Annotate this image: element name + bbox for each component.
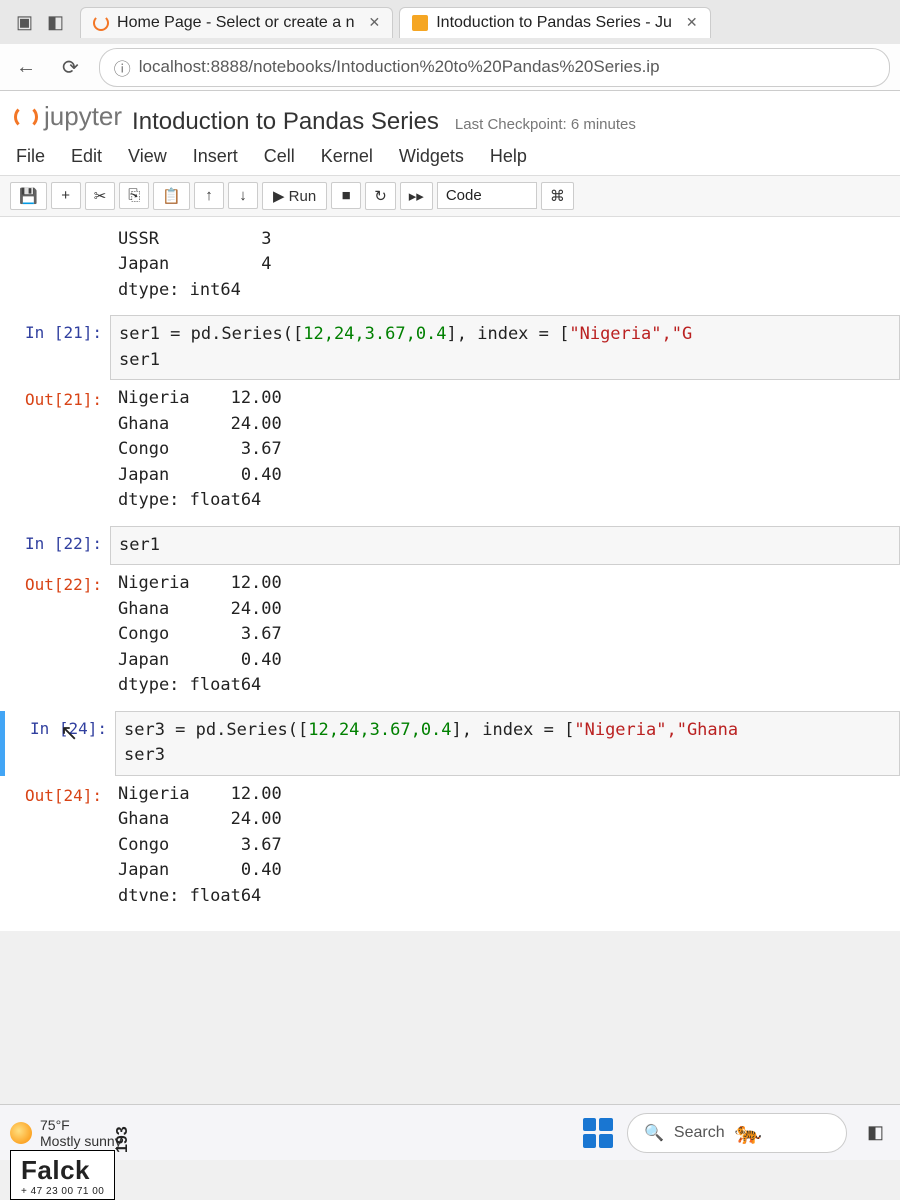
jupyter-header: jupyter Intoduction to Pandas Series Las… <box>0 91 900 140</box>
restart-run-all-button[interactable]: ▸▸ <box>400 182 433 210</box>
menu-file[interactable]: File <box>16 146 45 167</box>
menu-widgets[interactable]: Widgets <box>399 146 464 167</box>
output-cell-21: Out[21]: Nigeria 12.00 Ghana 24.00 Congo… <box>0 382 900 524</box>
restart-button[interactable]: ↻ <box>365 182 396 210</box>
address-row: ← ⟳ ⓘ localhost:8888/notebooks/Intoducti… <box>0 44 900 90</box>
menu-help[interactable]: Help <box>490 146 527 167</box>
url-text: localhost:8888/notebooks/Intoduction%20t… <box>139 57 660 77</box>
tab-label: Home Page - Select or create a n <box>117 14 354 32</box>
output-text: Nigeria 12.00 Ghana 24.00 Congo 3.67 Jap… <box>110 382 900 524</box>
command-palette-button[interactable]: ⌘ <box>541 182 574 210</box>
menu-kernel[interactable]: Kernel <box>321 146 373 167</box>
in-prompt: In [21]: <box>0 315 110 380</box>
weather-cond: Mostly sunny <box>40 1133 122 1149</box>
start-button[interactable] <box>583 1118 613 1148</box>
toolbar: 💾 + ✂ ⎘ 📋 ↑ ↓ ▶ Run ■ ↻ ▸▸ Code ⌘ <box>0 176 900 217</box>
notebook-area[interactable]: USSR 3 Japan 4 dtype: int64 In [21]: ser… <box>0 217 900 932</box>
cut-button[interactable]: ✂ <box>85 182 116 210</box>
mouse-cursor-icon: ↖ <box>60 720 78 746</box>
notebook-title[interactable]: Intoduction to Pandas Series <box>132 108 439 136</box>
taskbar: 75°F Mostly sunny 🔍 Search 🐅 ◧ <box>0 1104 900 1160</box>
output-cell-22: Out[22]: Nigeria 12.00 Ghana 24.00 Congo… <box>0 567 900 709</box>
weather-text: 75°F Mostly sunny <box>40 1117 122 1149</box>
empty-prompt <box>0 223 110 314</box>
run-button[interactable]: ▶ Run <box>262 182 327 210</box>
panel-icon[interactable]: ◧ <box>47 12 64 33</box>
weather-icon <box>10 1122 32 1144</box>
celltype-select[interactable]: Code <box>437 182 537 209</box>
menu-bar: File Edit View Insert Cell Kernel Widget… <box>0 140 900 176</box>
copy-button[interactable]: ⎘ <box>119 182 149 209</box>
code-input[interactable]: ser1 <box>110 526 900 566</box>
search-placeholder: Search <box>674 1124 725 1142</box>
weather-temp: 75°F <box>40 1117 122 1133</box>
address-bar[interactable]: ⓘ localhost:8888/notebooks/Intoduction%2… <box>99 48 890 87</box>
window-controls: ▣ ◧ <box>6 12 74 33</box>
jupyter-page: jupyter Intoduction to Pandas Series Las… <box>0 91 900 931</box>
move-up-button[interactable]: ↑ <box>194 182 224 209</box>
close-icon[interactable]: ✕ <box>686 14 698 31</box>
output-text: Nigeria 12.00 Ghana 24.00 Congo 3.67 Jap… <box>110 778 900 920</box>
checkpoint-text: Last Checkpoint: 6 minutes <box>455 116 636 133</box>
code-cell-21[interactable]: In [21]: ser1 = pd.Series([12,24,3.67,0.… <box>0 315 900 380</box>
weather-widget[interactable]: 75°F Mostly sunny <box>10 1117 122 1149</box>
menu-cell[interactable]: Cell <box>264 146 295 167</box>
output-text: Nigeria 12.00 Ghana 24.00 Congo 3.67 Jap… <box>110 567 900 709</box>
refresh-button[interactable]: ⟳ <box>56 51 85 84</box>
close-icon[interactable]: ✕ <box>368 14 380 31</box>
stop-button[interactable]: ■ <box>331 182 361 209</box>
paste-button[interactable]: 📋 <box>153 182 190 210</box>
move-down-button[interactable]: ↓ <box>228 182 258 209</box>
code-input[interactable]: ser3 = pd.Series([12,24,3.67,0.4], index… <box>115 711 900 776</box>
menu-edit[interactable]: Edit <box>71 146 102 167</box>
tabs-overview-icon[interactable]: ▣ <box>16 12 33 33</box>
jupyter-logo-icon <box>14 105 38 129</box>
code-input[interactable]: ser1 = pd.Series([12,24,3.67,0.4], index… <box>110 315 900 380</box>
site-info-icon[interactable]: ⓘ <box>114 55 131 80</box>
output-cell-24: Out[24]: Nigeria 12.00 Ghana 24.00 Congo… <box>0 778 900 920</box>
search-icon: 🔍 <box>644 1123 664 1143</box>
tab-strip: ▣ ◧ Home Page - Select or create a n ✕ I… <box>0 0 900 44</box>
jupyter-logo[interactable]: jupyter <box>14 101 122 132</box>
menu-insert[interactable]: Insert <box>193 146 238 167</box>
out-prompt: Out[22]: <box>0 567 110 709</box>
code-cell-22[interactable]: In [22]: ser1 <box>0 526 900 566</box>
browser-tab-home[interactable]: Home Page - Select or create a n ✕ <box>80 7 393 38</box>
code-cell-24[interactable]: In [24]: ser3 = pd.Series([12,24,3.67,0.… <box>0 711 900 776</box>
save-button[interactable]: 💾 <box>10 182 47 210</box>
laptop-sticker: Falck + 47 23 00 71 00 193 <box>10 1150 115 1200</box>
jupyter-logo-text: jupyter <box>44 101 122 132</box>
jupyter-favicon-icon <box>93 15 109 31</box>
search-mascot-icon: 🐅 <box>735 1120 762 1146</box>
taskbar-search[interactable]: 🔍 Search 🐅 <box>627 1113 847 1153</box>
taskview-icon[interactable]: ◧ <box>861 1122 890 1143</box>
out-prompt: Out[24]: <box>0 778 110 920</box>
menu-view[interactable]: View <box>128 146 167 167</box>
back-button[interactable]: ← <box>10 52 42 83</box>
in-prompt: In [22]: <box>0 526 110 566</box>
output-cell-top: USSR 3 Japan 4 dtype: int64 <box>0 223 900 314</box>
sticker-number: 193 <box>114 1126 132 1153</box>
output-text: USSR 3 Japan 4 dtype: int64 <box>110 223 900 314</box>
out-prompt: Out[21]: <box>0 382 110 524</box>
browser-chrome: ▣ ◧ Home Page - Select or create a n ✕ I… <box>0 0 900 91</box>
notebook-favicon-icon <box>412 15 428 31</box>
add-cell-button[interactable]: + <box>51 182 81 209</box>
sticker-phone: + 47 23 00 71 00 <box>21 1186 104 1197</box>
tab-label: Intoduction to Pandas Series - Ju <box>436 14 672 32</box>
browser-tab-notebook[interactable]: Intoduction to Pandas Series - Ju ✕ <box>399 7 710 38</box>
sticker-brand: Falck <box>21 1155 104 1186</box>
